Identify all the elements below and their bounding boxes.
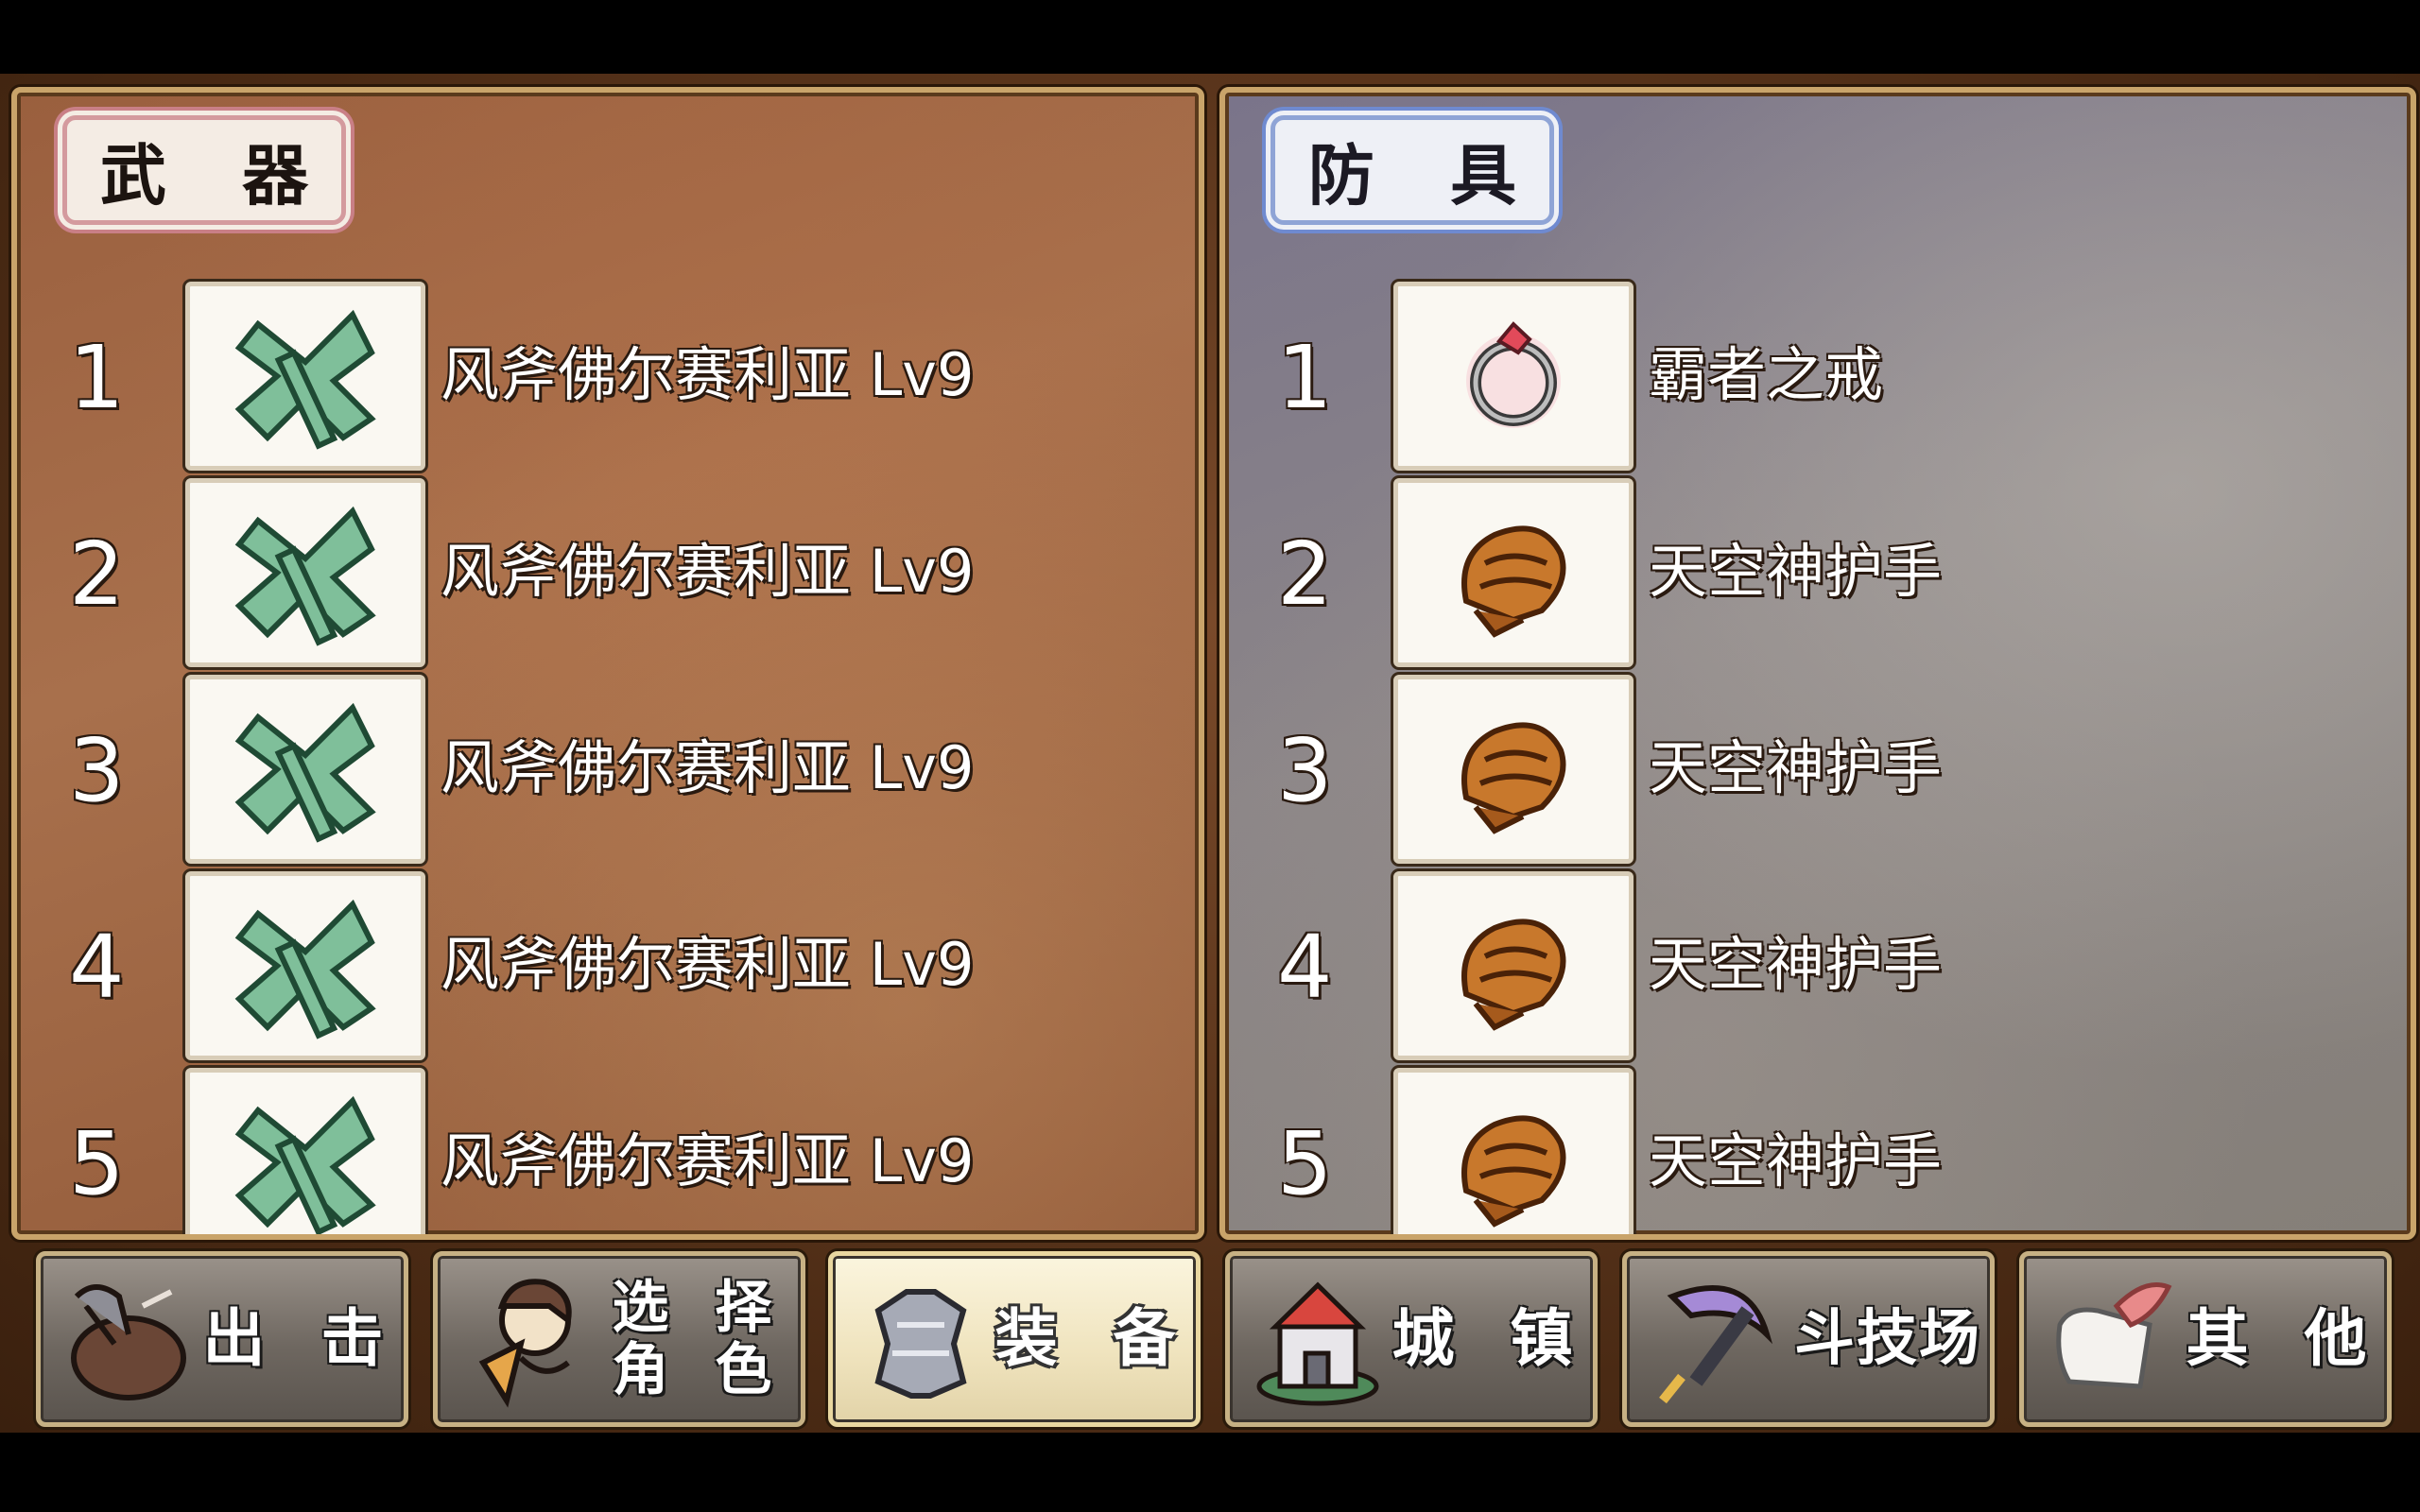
gauntlet-icon	[1393, 675, 1634, 864]
armor-slot-5[interactable]: 5 天空神护手	[1225, 1068, 2411, 1234]
axe-icon	[185, 1068, 425, 1234]
weapon-panel: 武 器 1 风斧佛尔赛利亚 Lv9 2 风斧佛尔赛利亚 Lv9 3 风斧佛尔赛利…	[11, 87, 1204, 1240]
castle-icon	[1256, 1281, 1379, 1406]
scroll-quill-icon	[2056, 1282, 2172, 1389]
axe-icon	[185, 675, 425, 864]
weapon-slot-2[interactable]: 2 风斧佛尔赛利亚 Lv9	[17, 478, 1199, 667]
item-name: 风斧佛尔赛利亚 Lv9	[441, 930, 975, 999]
weapon-slot-4[interactable]: 4 风斧佛尔赛利亚 Lv9	[17, 871, 1199, 1060]
bag-icon	[71, 1284, 186, 1400]
item-name: 天空神护手	[1649, 930, 1943, 999]
select-character-button[interactable]: 选 择 角 色	[433, 1251, 805, 1427]
game-screen: 武 器 1 风斧佛尔赛利亚 Lv9 2 风斧佛尔赛利亚 Lv9 3 风斧佛尔赛利…	[0, 74, 2420, 1433]
slot-number: 1	[69, 327, 125, 428]
sortie-label: 出 击	[202, 1301, 401, 1375]
sortie-button[interactable]: 出 击	[36, 1251, 408, 1427]
slot-number: 2	[69, 524, 125, 625]
weapon-panel-title: 武 器	[62, 115, 346, 225]
select-character-label-line2: 角 色	[612, 1337, 786, 1403]
item-name: 天空神护手	[1649, 733, 1943, 802]
arena-button[interactable]: 斗技场	[1622, 1251, 1995, 1427]
gauntlet-icon	[1393, 478, 1634, 667]
armor-icon	[874, 1289, 967, 1399]
scythe-icon	[1659, 1285, 1773, 1404]
item-name: 风斧佛尔赛利亚 Lv9	[441, 537, 975, 606]
gauntlet-icon	[1393, 1068, 1634, 1234]
armor-panel-title: 防 具	[1270, 115, 1554, 225]
slot-number: 3	[1277, 720, 1333, 821]
select-character-label-line1: 选 择	[612, 1275, 786, 1341]
item-name: 风斧佛尔赛利亚 Lv9	[441, 340, 975, 409]
weapon-slot-1[interactable]: 1 风斧佛尔赛利亚 Lv9	[17, 282, 1199, 471]
other-label: 其 他	[2186, 1301, 2384, 1375]
axe-icon	[185, 282, 425, 471]
slot-number: 3	[69, 720, 125, 821]
slot-number: 4	[69, 917, 125, 1018]
item-name: 天空神护手	[1649, 537, 1943, 606]
axe-icon	[185, 871, 425, 1060]
arena-label: 斗技场	[1794, 1303, 1981, 1374]
ring-icon	[1393, 282, 1634, 471]
equipment-label: 装 备	[994, 1301, 1193, 1375]
weapon-slot-3[interactable]: 3 风斧佛尔赛利亚 Lv9	[17, 675, 1199, 864]
slot-number: 1	[1277, 327, 1333, 428]
armor-slot-2[interactable]: 2 天空神护手	[1225, 478, 2411, 667]
other-button[interactable]: 其 他	[2019, 1251, 2392, 1427]
armor-slot-4[interactable]: 4 天空神护手	[1225, 871, 2411, 1060]
armor-slot-3[interactable]: 3 天空神护手	[1225, 675, 2411, 864]
bottom-nav: 出 击 选 择 角 色 装 备 城 镇 斗技场 其 他	[0, 1238, 2420, 1433]
weapon-slot-5[interactable]: 5 风斧佛尔赛利亚 Lv9	[17, 1068, 1199, 1234]
item-name: 天空神护手	[1649, 1126, 1943, 1195]
item-name: 霸者之戒	[1649, 340, 1884, 409]
slot-number: 5	[1277, 1113, 1333, 1214]
character-icon	[478, 1279, 572, 1408]
equipment-button[interactable]: 装 备	[828, 1251, 1201, 1427]
axe-icon	[185, 478, 425, 667]
armor-panel: 防 具 1 霸者之戒 2 天空神护手 3 天空神护手 4 天空神护手 5 天空神…	[1219, 87, 2416, 1240]
gauntlet-icon	[1393, 871, 1634, 1060]
slot-number: 4	[1277, 917, 1333, 1018]
slot-number: 2	[1277, 524, 1333, 625]
armor-slot-1[interactable]: 1 霸者之戒	[1225, 282, 2411, 471]
item-name: 风斧佛尔赛利亚 Lv9	[441, 733, 975, 802]
select-character-label: 选 择 角 色	[596, 1277, 801, 1401]
town-button[interactable]: 城 镇	[1225, 1251, 1598, 1427]
item-name: 风斧佛尔赛利亚 Lv9	[441, 1126, 975, 1195]
town-label: 城 镇	[1392, 1301, 1590, 1375]
slot-number: 5	[69, 1113, 125, 1214]
